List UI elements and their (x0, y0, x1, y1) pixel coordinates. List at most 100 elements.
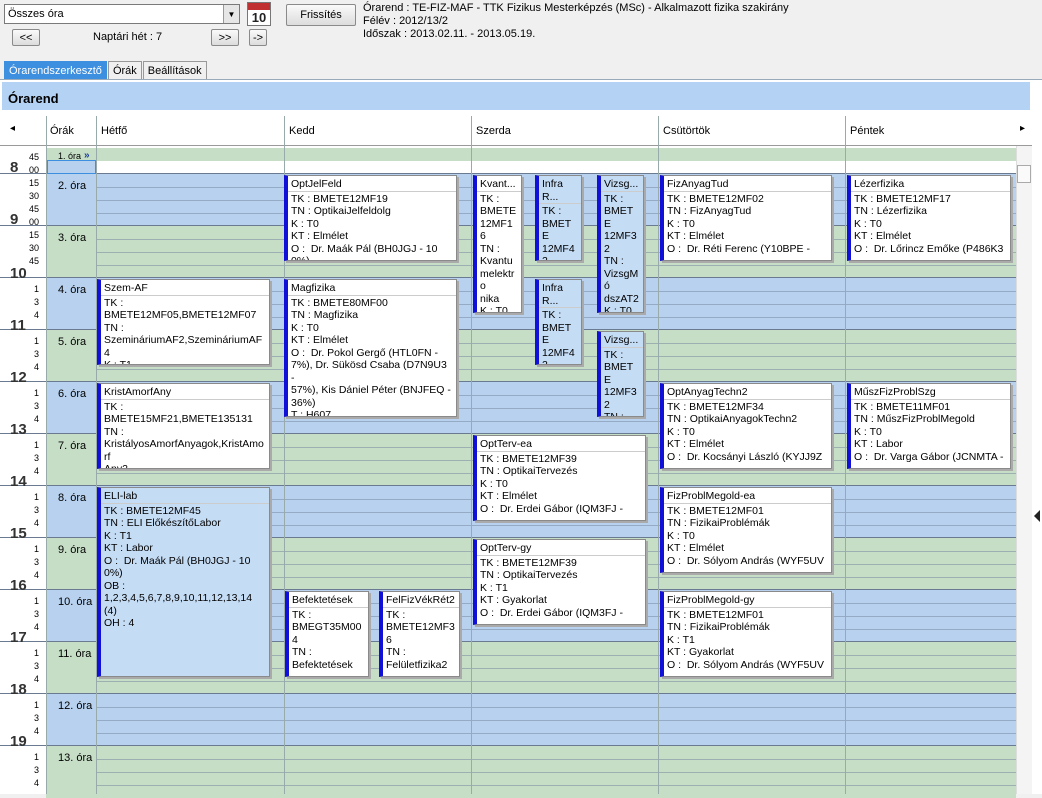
panel-title: Órarend (2, 82, 1030, 110)
event-title: FelFizVékRét2 (383, 594, 459, 608)
event-body: TK : BMETE 12MF32 TN : VizsgMó dszAT2 K … (604, 192, 639, 313)
tick: 00 (28, 165, 39, 175)
event-befektetesek[interactable]: Befektetések TK : BMEGT35M00 4 TN : Befek… (285, 591, 369, 677)
calendar-day: 10 (251, 10, 267, 25)
grid-line (96, 265, 1016, 266)
event-infrar-2[interactable]: InfraR...TK : BMETE 12MF42 TN : Infravor (535, 279, 582, 365)
event-body: TK : BMETE12MF39 TN : OptikaiTervezés K … (480, 556, 623, 619)
semester: Félév : 2012/13/2 (363, 15, 449, 27)
event-optjelfeld[interactable]: OptJelFeld TK : BMETE12MF19 TN : OptikaiJ… (284, 175, 457, 261)
tick: 3 (33, 765, 39, 775)
event-infrar-1[interactable]: InfraR...TK : BMETE 12MF42 TN : Infravor (535, 175, 582, 261)
tick: 30 (28, 191, 39, 201)
event-body: TK : BMETE12MF34 TN : OptikaiAnyagokTech… (667, 400, 823, 469)
hour-label: 10 (10, 265, 27, 282)
event-eli-lab[interactable]: ELI-lab TK : BMETE12MF45 TN : ELI Előkész… (97, 487, 270, 677)
row-label-12: 12. óra (58, 700, 93, 712)
grid-line (96, 733, 1016, 734)
event-felfizvekret2[interactable]: FelFizVékRét2 TK : BMETE12MF3 6 TN : Felü… (379, 591, 460, 677)
tick: 1 (33, 752, 39, 762)
row-label-2: 2. óra (58, 180, 87, 192)
event-body: TK : BMETE12MF3 6 TN : Felületfizika2 (386, 608, 455, 671)
hour-label: 18 (10, 681, 27, 698)
event-vizsg-2[interactable]: Vizsg...TK : BMETE 12MF32 TN : VizsgMó (597, 331, 644, 417)
event-optterv-gy[interactable]: OptTerv-gy TK : BMETE12MF39 TN : OptikaiT… (473, 539, 646, 625)
event-magfizika[interactable]: Magfizika TK : BMETE80MF00 TN : Magfizika… (284, 279, 457, 417)
event-kristamorfany[interactable]: KristAmorfAny TK : BMETE15MF21,BMETE13513… (97, 383, 270, 469)
col-divider (845, 116, 846, 794)
grid-line (96, 707, 1016, 708)
grid-line (0, 693, 1016, 694)
grid-line (0, 745, 1016, 746)
grid-line (96, 369, 1016, 370)
tick: 4 (33, 674, 39, 684)
event-vizsg-1[interactable]: Vizsg... TK : BMETE 12MF32 TN : VizsgMó d… (597, 175, 644, 313)
event-title: InfraR... (539, 282, 581, 308)
tick: 4 (33, 726, 39, 736)
tick: 4 (33, 362, 39, 372)
refresh-button[interactable]: Frissítés (286, 4, 356, 26)
tab-editor[interactable]: Órarendszerkesztő (4, 61, 107, 79)
tick: 1 (33, 440, 39, 450)
event-title: OptTerv-ea (477, 438, 645, 452)
event-title: Vizsg... (601, 178, 643, 192)
col-header-orak: Órák (50, 125, 74, 137)
event-fizproblmegold-ea[interactable]: FizProblMegold-ea TK : BMETE12MF01 TN : F… (660, 487, 832, 573)
event-title: OptJelFeld (288, 178, 456, 192)
view-select-value: Összes óra (8, 8, 64, 20)
calendar-icon[interactable]: 10 (247, 2, 271, 26)
event-fizanyagtud[interactable]: FizAnyagTud TK : BMETE12MF02 TN : FizAnya… (660, 175, 832, 261)
row-label-7: 7. óra (58, 440, 87, 452)
view-select[interactable]: Összes óra ▼ (4, 4, 240, 24)
event-title: Kvant... (477, 178, 521, 192)
vertical-scrollbar[interactable] (1016, 146, 1032, 794)
grid-line (96, 772, 1016, 773)
next-button[interactable]: -> (249, 29, 267, 46)
event-fizproblmegold-gy[interactable]: FizProblMegold-gy TK : BMETE12MF01 TN : F… (660, 591, 832, 677)
tick: 1 (33, 596, 39, 606)
row-label-3: 3. óra (58, 232, 87, 244)
event-body: TK : BMETE12MF19 TN : OptikaiJelfeldolg … (291, 192, 438, 261)
scroll-right-icon[interactable]: ▸ (1020, 123, 1025, 134)
tab-bar: Órarendszerkesztő Órák Beállítások (4, 61, 208, 79)
event-optanyagtechn2[interactable]: OptAnyagTechn2 TK : BMETE12MF34 TN : Opti… (660, 383, 832, 469)
event-body: TK : BMETE 12MF32 TN : VizsgMó (604, 348, 637, 417)
event-body: TK : BMETE12MF39 TN : OptikaiTervezés K … (480, 452, 623, 515)
prev-week-button[interactable]: << (12, 29, 40, 46)
event-body: TK : BMETE 12MF42 TN : Infravor (542, 205, 575, 261)
selected-row-cell[interactable] (47, 160, 96, 174)
event-body: TK : BMETE12MF45 TN : ELI ElőkészítőLabo… (104, 504, 253, 630)
row-label-11: 11. óra (58, 648, 92, 660)
grid-line (0, 381, 1016, 382)
tick: 4 (33, 518, 39, 528)
event-szem-af[interactable]: Szem-AF TK : BMETE12MF05,BMETE12MF07 TN :… (97, 279, 270, 365)
event-muszfizproblszg[interactable]: MűszFizProblSzg TK : BMETE11MF01 TN : Műs… (847, 383, 1011, 469)
collapse-panel-icon[interactable] (1034, 510, 1040, 522)
hour-label: 17 (10, 629, 27, 646)
tick: 3 (33, 661, 39, 671)
scrollbar-thumb[interactable] (1017, 165, 1031, 183)
tab-classes[interactable]: Órák (107, 61, 142, 79)
col-header-csutortok: Csütörtök (663, 125, 711, 137)
tick: 3 (33, 505, 39, 515)
event-title: MűszFizProblSzg (851, 386, 1010, 400)
scroll-left-icon[interactable]: ◂ (10, 123, 15, 134)
chevron-down-icon[interactable]: ▼ (223, 5, 239, 23)
row-label-13: 13. óra (58, 752, 93, 764)
event-title: FizProblMegold-gy (664, 594, 831, 608)
grid-line (0, 173, 1016, 174)
event-title: FizAnyagTud (664, 178, 831, 192)
event-title: Vizsg... (601, 334, 643, 348)
event-lezerfizika[interactable]: Lézerfizika TK : BMETE12MF17 TN : Lézerfi… (847, 175, 1011, 261)
tick: 3 (33, 401, 39, 411)
tab-settings[interactable]: Beállítások (142, 61, 207, 79)
event-kvant[interactable]: Kvant... TK : BMETE 12MF16 TN : Kvantu me… (473, 175, 522, 313)
tick: 4 (33, 778, 39, 788)
row-label-9: 9. óra (58, 544, 87, 556)
grid-line (96, 759, 1016, 760)
row-label-10: 10. óra (58, 596, 93, 608)
tick: 4 (33, 622, 39, 632)
event-optterv-ea[interactable]: OptTerv-ea TK : BMETE12MF39 TN : OptikaiT… (473, 435, 646, 521)
tick: 00 (28, 217, 39, 227)
next-week-button[interactable]: >> (211, 29, 239, 46)
